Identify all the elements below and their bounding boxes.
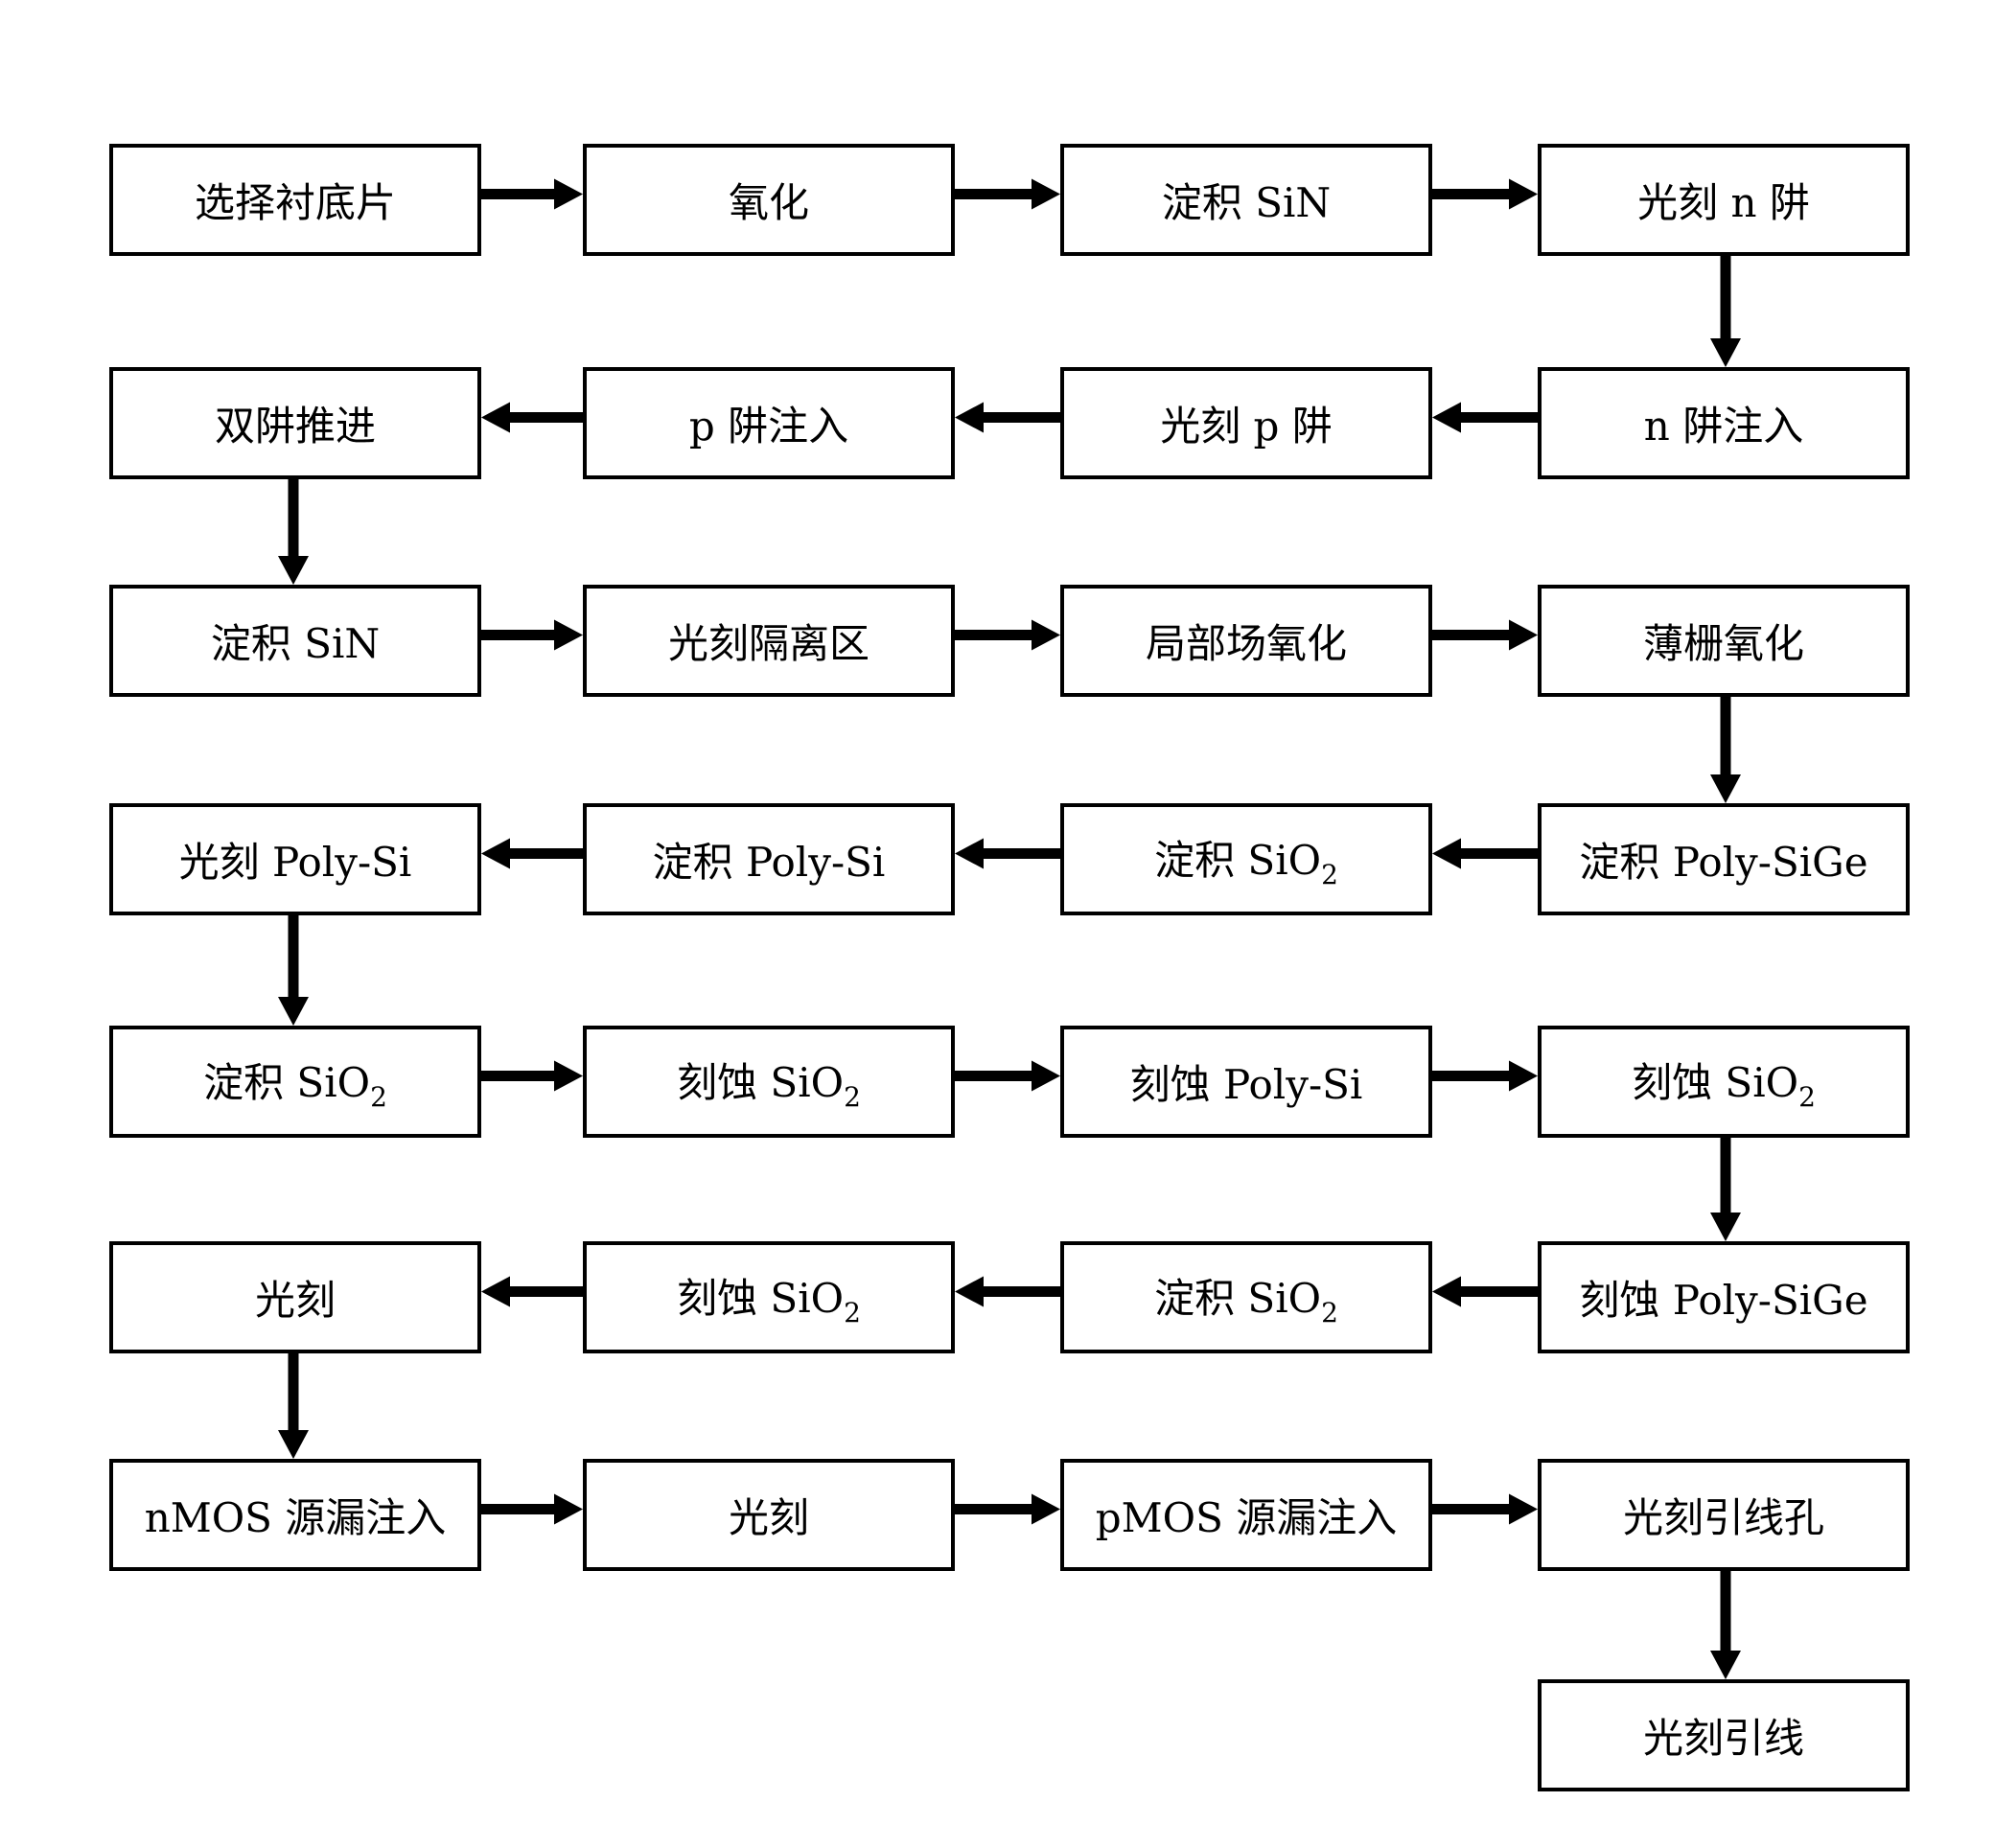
arrow-icon [1432,402,1538,433]
arrow-icon [1432,619,1538,651]
step-label: n 阱注入 [1643,403,1804,450]
process-step-s19: 刻蚀 Poly-Si [1060,1026,1432,1138]
process-step-s11: 局部场氧化 [1060,585,1432,697]
step-label: 薄栅氧化 [1642,620,1804,667]
step-label: 淀积 SiO2 [1154,837,1338,890]
step-label: 刻蚀 SiO2 [1632,1059,1816,1113]
arrow-icon [481,1060,583,1092]
step-label: pMOS 源漏注入 [1095,1494,1398,1541]
step-label: 淀积 Poly-SiGe [1579,839,1868,886]
step-label: 刻蚀 SiO2 [677,1275,861,1328]
arrow-icon [955,1060,1060,1092]
arrow-icon [955,1493,1060,1525]
step-label: 淀积 SiO2 [203,1059,387,1113]
process-step-s22: 淀积 SiO2 [1060,1241,1432,1353]
process-step-s17: 淀积 SiO2 [109,1026,481,1138]
process-step-s2: 氧化 [583,144,955,256]
arrow-icon [1432,1276,1538,1307]
step-label-subscript: 2 [370,1081,387,1113]
process-step-s26: 光刻 [583,1459,955,1571]
step-label: 刻蚀 Poly-Si [1129,1061,1363,1108]
arrow-icon [955,178,1060,210]
arrow-icon [481,838,583,869]
step-label: 氧化 [728,179,809,226]
process-step-s15: 淀积 Poly-Si [583,803,955,915]
step-label: 局部场氧化 [1145,620,1347,667]
step-label: nMOS 源漏注入 [144,1494,447,1541]
process-step-s10: 光刻隔离区 [583,585,955,697]
process-step-s1: 选择衬底片 [109,144,481,256]
arrow-icon [955,1276,1060,1307]
process-step-s23: 刻蚀 SiO2 [583,1241,955,1353]
arrow-icon [1432,1060,1538,1092]
process-step-s7: p 阱注入 [583,367,955,479]
process-step-s13: 淀积 Poly-SiGe [1538,803,1910,915]
process-step-s29: 光刻引线 [1538,1679,1910,1791]
step-label: 淀积 SiN [1161,179,1332,226]
step-label-subscript: 2 [844,1297,861,1328]
step-label-subscript: 2 [1321,859,1338,890]
step-label: 淀积 SiN [210,620,381,667]
process-step-s3: 淀积 SiN [1060,144,1432,256]
arrow-icon [955,402,1060,433]
process-step-s20: 刻蚀 SiO2 [1538,1026,1910,1138]
process-step-s5: n 阱注入 [1538,367,1910,479]
step-label: 光刻 [728,1494,809,1541]
process-step-s4: 光刻 n 阱 [1538,144,1910,256]
arrow-icon [481,178,583,210]
arrow-icon [1432,1493,1538,1525]
process-step-s8: 双阱推进 [109,367,481,479]
step-label: 淀积 SiO2 [1154,1275,1338,1328]
step-label-subscript: 2 [1321,1297,1338,1328]
step-label-subscript: 2 [1798,1081,1816,1113]
step-label: 双阱推进 [214,403,376,450]
step-label: 光刻引线孔 [1622,1494,1824,1541]
step-label: 刻蚀 Poly-SiGe [1579,1277,1868,1324]
arrow-icon [955,838,1060,869]
step-label: 刻蚀 SiO2 [677,1059,861,1113]
arrow-icon [1710,1571,1741,1679]
process-step-s16: 光刻 Poly-Si [109,803,481,915]
process-step-s14: 淀积 SiO2 [1060,803,1432,915]
process-step-s9: 淀积 SiN [109,585,481,697]
step-label: 淀积 Poly-Si [652,839,886,886]
arrow-icon [1432,838,1538,869]
process-step-s28: 光刻引线孔 [1538,1459,1910,1571]
arrow-icon [1432,178,1538,210]
arrow-icon [481,1493,583,1525]
process-step-s25: nMOS 源漏注入 [109,1459,481,1571]
arrow-icon [955,619,1060,651]
arrow-icon [278,915,309,1026]
step-label: 光刻 n 阱 [1637,179,1810,226]
step-label: 光刻 Poly-Si [178,839,412,886]
arrow-icon [1710,256,1741,367]
arrow-icon [278,1353,309,1459]
arrow-icon [1710,697,1741,803]
process-step-s21: 刻蚀 Poly-SiGe [1538,1241,1910,1353]
step-label: 选择衬底片 [194,179,396,226]
arrow-icon [481,1276,583,1307]
step-label: 光刻 [254,1277,336,1324]
step-label-subscript: 2 [844,1081,861,1113]
process-step-s6: 光刻 p 阱 [1060,367,1432,479]
arrow-icon [481,619,583,651]
step-label: 光刻隔离区 [667,620,869,667]
step-label: 光刻 p 阱 [1160,403,1333,450]
process-step-s12: 薄栅氧化 [1538,585,1910,697]
step-label: 光刻引线 [1642,1715,1804,1762]
process-step-s24: 光刻 [109,1241,481,1353]
step-label: p 阱注入 [688,403,849,450]
arrow-icon [481,402,583,433]
arrow-icon [278,479,309,585]
arrow-icon [1710,1138,1741,1241]
process-step-s27: pMOS 源漏注入 [1060,1459,1432,1571]
process-step-s18: 刻蚀 SiO2 [583,1026,955,1138]
